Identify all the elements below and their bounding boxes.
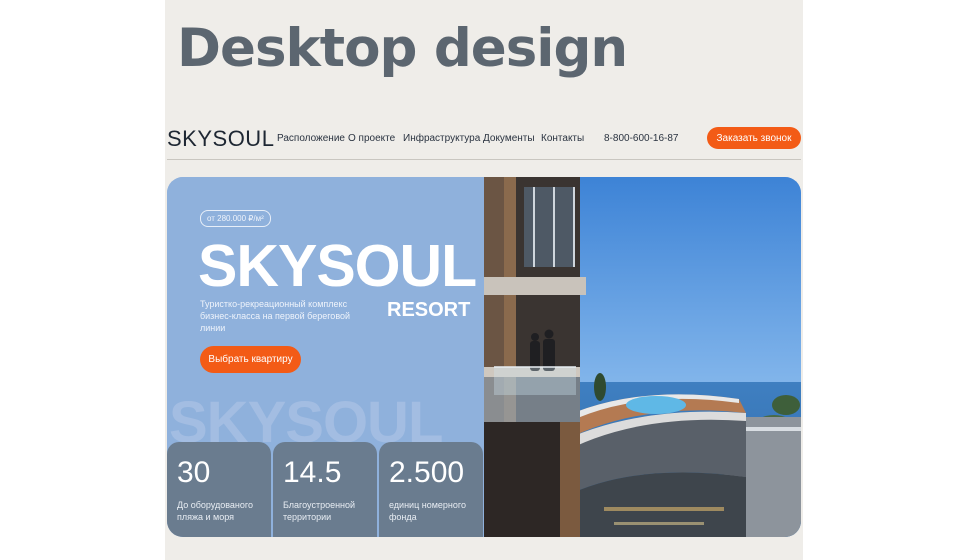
stat-card-beach: 30 До оборудованого пляжа и моря (167, 442, 271, 537)
resort-photo (484, 177, 801, 537)
request-call-button[interactable]: Заказать звонок (707, 127, 801, 149)
page-heading: Desktop design (177, 18, 628, 79)
nav-item-about[interactable]: О проекте (348, 133, 395, 144)
hero-description: Туристко-рекреационный комплекс бизнес-к… (200, 299, 351, 333)
stat-label: Благоустроенной территории (283, 500, 356, 522)
stat-label: единиц номерного фонда (389, 500, 466, 522)
price-badge: от 280.000 ₽/м² (200, 210, 271, 227)
stat-value: 2.500 (389, 456, 465, 489)
stat-card-territory: 14.5 Благоустроенной территории (273, 442, 377, 537)
stat-card-rooms: 2.500 единиц номерного фонда (379, 442, 483, 537)
stat-value: 30 (177, 456, 211, 489)
stat-label: До оборудованого пляжа и моря (177, 500, 253, 522)
site-logo[interactable]: SKYSOUL (167, 126, 274, 152)
stat-value: 14.5 (283, 456, 342, 489)
header-divider (167, 159, 801, 160)
nav-item-location[interactable]: Расположение (277, 133, 345, 144)
hero-title: SKYSOUL (198, 233, 477, 299)
nav-item-documents[interactable]: Документы (483, 133, 535, 144)
nav-item-contacts[interactable]: Контакты (541, 133, 584, 144)
hero-section: SKYSOUL от 280.000 ₽/м² SKYSOUL RESORT Т… (167, 177, 801, 537)
hero-subtitle: RESORT (387, 299, 471, 321)
phone-number[interactable]: 8-800-600-16-87 (604, 133, 679, 144)
choose-apartment-button[interactable]: Выбрать квартиру (200, 346, 301, 373)
nav-item-infrastructure[interactable]: Инфраструктура (403, 133, 480, 144)
